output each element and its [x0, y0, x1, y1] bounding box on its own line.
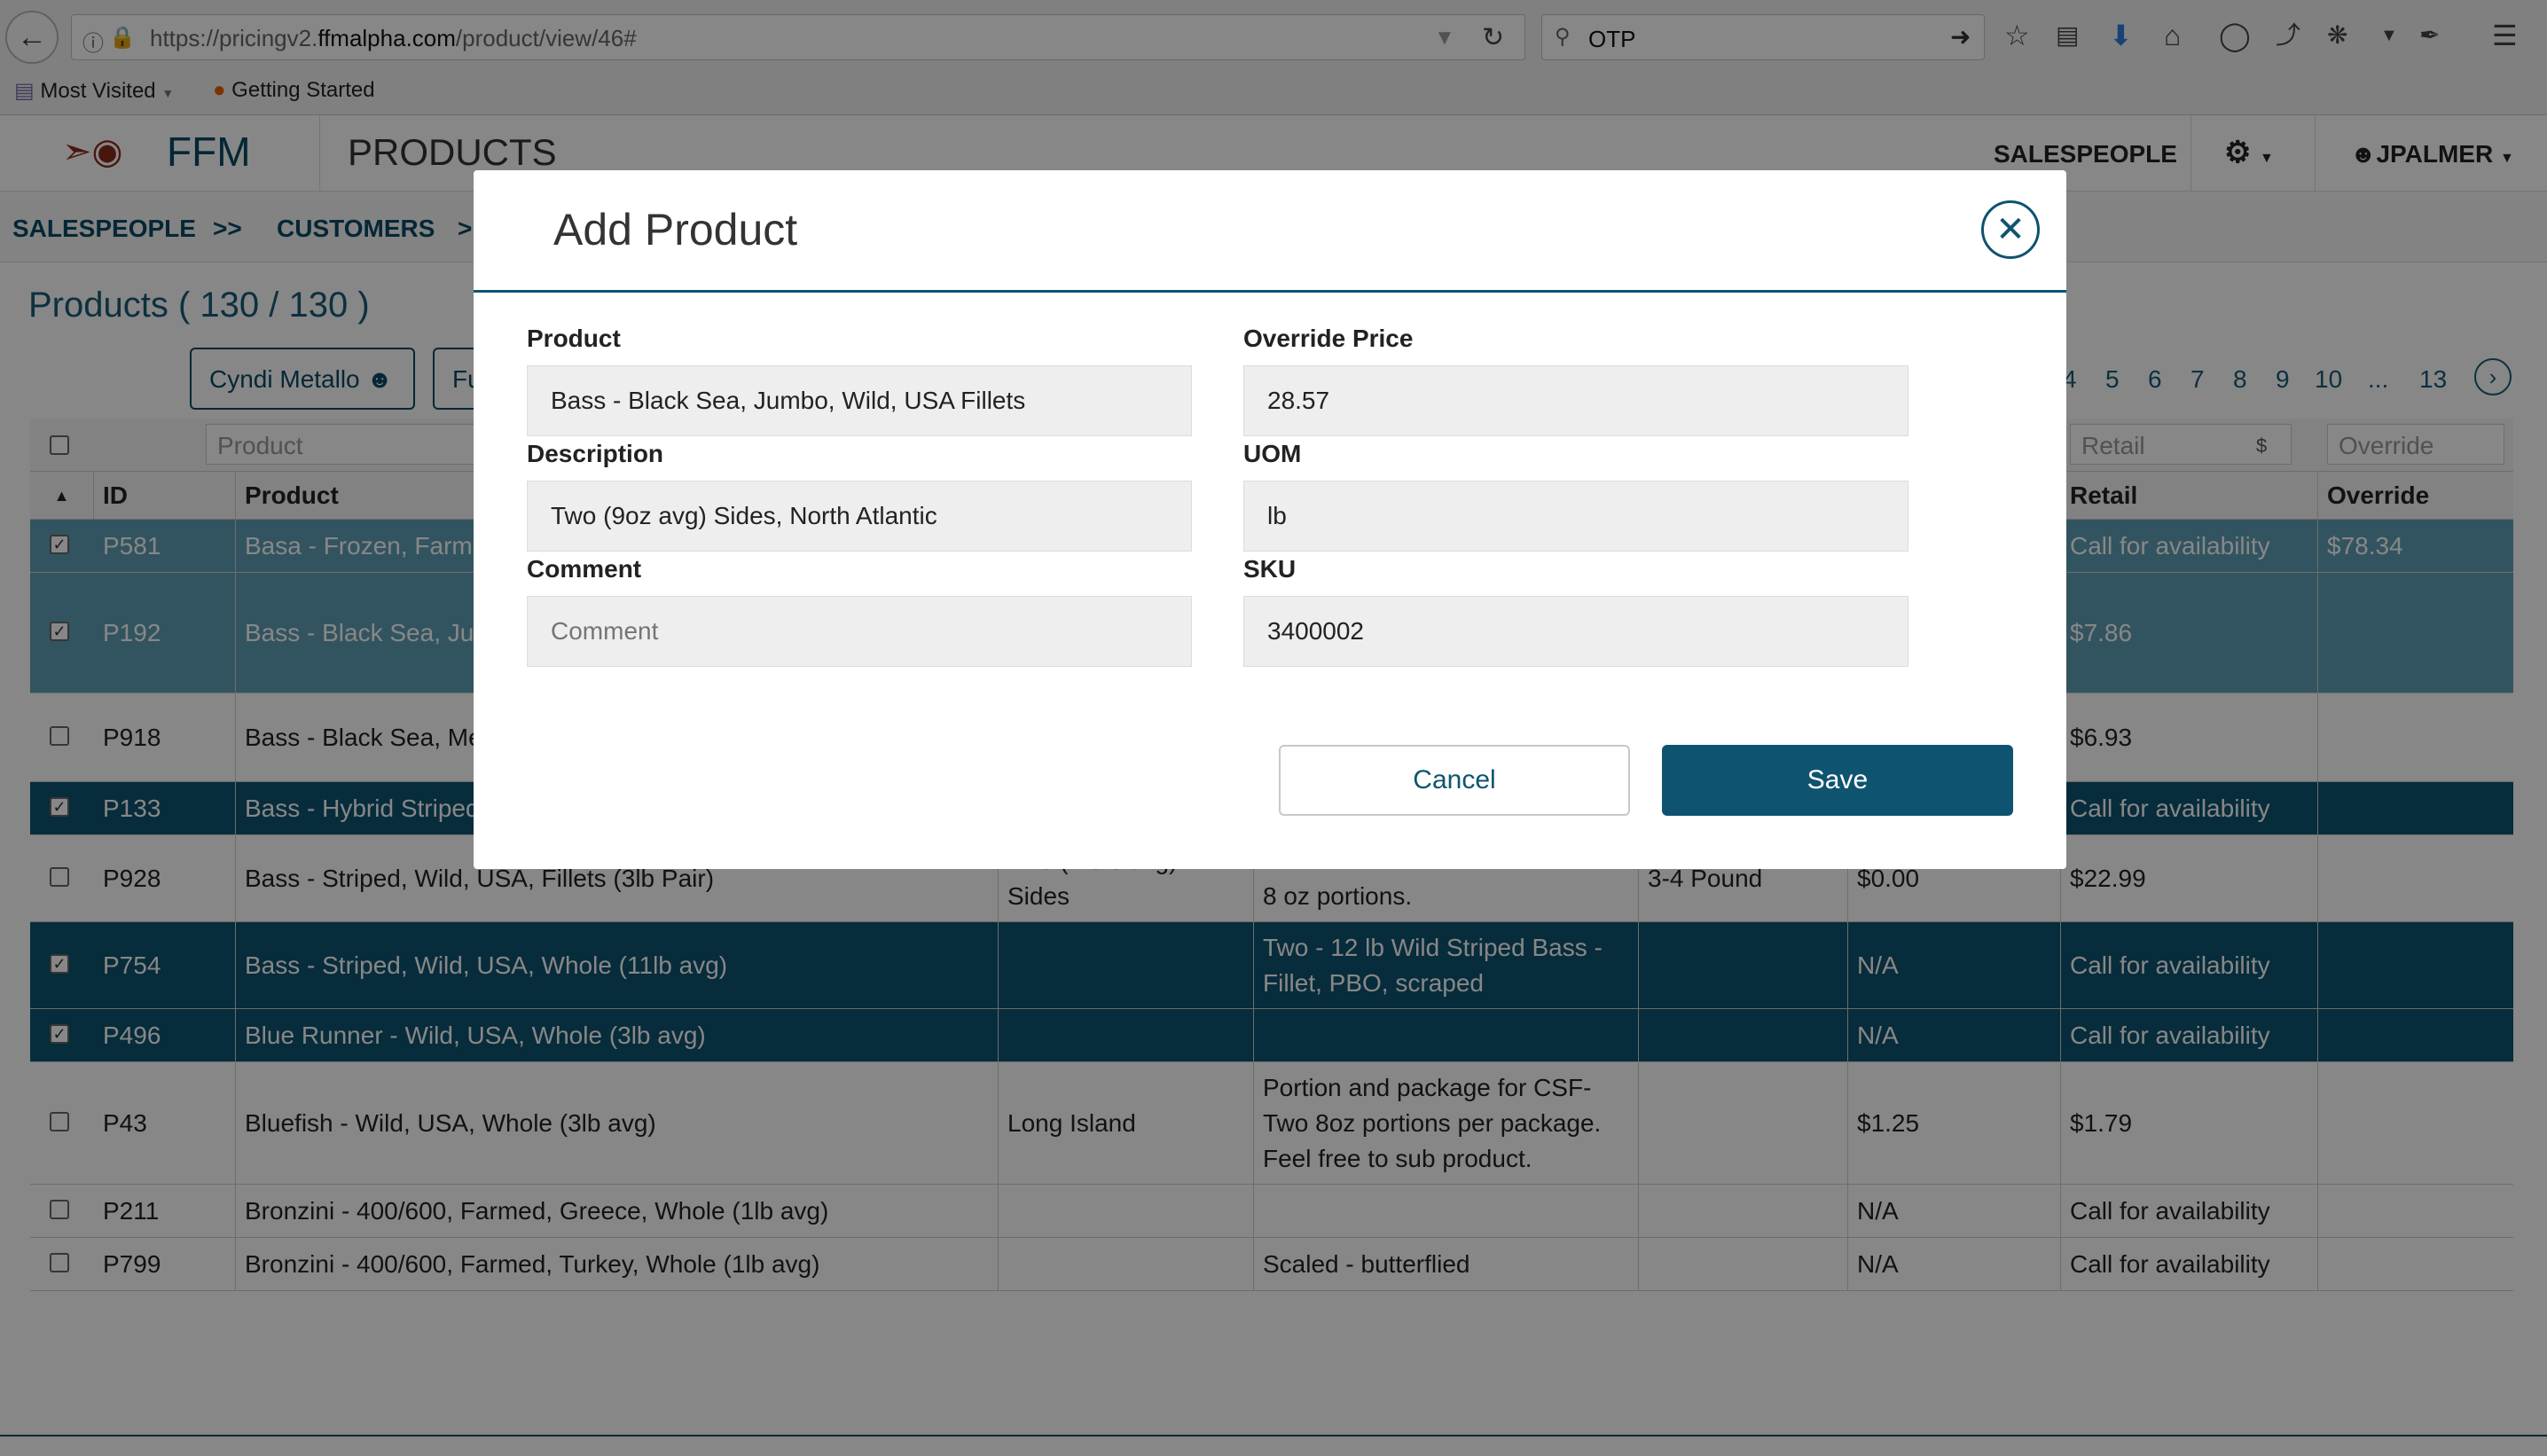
- comment-field[interactable]: [527, 596, 1192, 667]
- uom-label: UOM: [1243, 440, 1302, 467]
- override-price-label: Override Price: [1243, 325, 1414, 352]
- add-product-dialog: Add Product ✕ Product Description Commen…: [474, 170, 2066, 869]
- description-label: Description: [527, 440, 664, 467]
- comment-label: Comment: [527, 555, 642, 583]
- sku-field[interactable]: [1243, 596, 1908, 667]
- description-field[interactable]: [527, 481, 1192, 552]
- uom-field[interactable]: [1243, 481, 1908, 552]
- cancel-button[interactable]: Cancel: [1279, 745, 1630, 816]
- product-field[interactable]: [527, 365, 1192, 436]
- dialog-title: Add Product: [553, 205, 798, 254]
- dialog-header: Add Product ✕: [474, 170, 2066, 293]
- sku-label: SKU: [1243, 555, 1297, 583]
- product-label: Product: [527, 325, 621, 352]
- override-price-field[interactable]: [1243, 365, 1908, 436]
- save-button[interactable]: Save: [1662, 745, 2013, 816]
- close-icon[interactable]: ✕: [1981, 200, 2040, 259]
